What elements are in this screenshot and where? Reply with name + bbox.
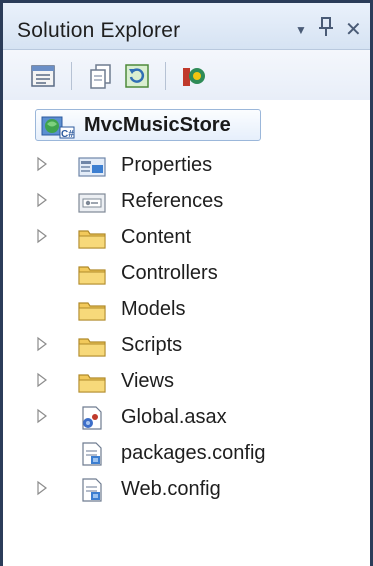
expand-arrow-icon[interactable]	[37, 408, 47, 424]
auto-hide-pin-icon[interactable]	[317, 16, 335, 43]
toolbar	[3, 50, 370, 100]
folder-icon	[77, 297, 107, 323]
tree-item-label: Views	[121, 370, 174, 392]
tree-item[interactable]: Web.config	[3, 473, 363, 507]
folder-icon	[77, 225, 107, 251]
tree-item[interactable]: References	[3, 185, 363, 219]
window-position-dropdown-icon[interactable]: ▼	[295, 23, 307, 37]
title-bar: Solution Explorer ▼ ✕	[3, 3, 370, 50]
properties-icon[interactable]	[29, 62, 57, 90]
tree-item-label: Global.asax	[121, 406, 227, 428]
tree-item-label: Models	[121, 298, 186, 320]
tree-item-label: Content	[121, 226, 192, 248]
tree-item[interactable]: Global.asax	[3, 401, 363, 435]
tree-item-label: packages.config	[121, 442, 266, 464]
folder-icon	[77, 369, 107, 395]
expand-arrow-icon[interactable]	[37, 228, 47, 244]
tree-item[interactable]: Controllers	[3, 257, 363, 291]
solution-explorer-panel: Solution Explorer ▼ ✕ C# MvcMusicStore P…	[0, 0, 373, 566]
folder-icon	[77, 333, 107, 359]
properties-folder-icon	[77, 153, 107, 179]
toolbar-separator	[71, 62, 72, 90]
tree-item-label: Scripts	[121, 334, 183, 356]
solution-tree: C# MvcMusicStore Properties References Con…	[3, 101, 370, 566]
global-asax-file-icon	[77, 405, 107, 431]
tree-item-label: Web.config	[121, 478, 221, 500]
expand-arrow-icon[interactable]	[37, 336, 47, 352]
tree-item[interactable]: Models	[3, 293, 363, 327]
tree-root-node[interactable]: C# MvcMusicStore	[35, 109, 261, 141]
tree-item-label: Properties	[121, 154, 213, 176]
svg-text:C#: C#	[61, 129, 74, 139]
config-file-icon	[77, 441, 107, 467]
folder-icon	[77, 261, 107, 287]
config-file-icon	[77, 477, 107, 503]
expand-arrow-icon[interactable]	[37, 156, 47, 172]
csharp-web-project-icon: C#	[40, 113, 76, 140]
tree-item[interactable]: Views	[3, 365, 363, 399]
toolbar-separator	[165, 62, 166, 90]
refresh-icon[interactable]	[123, 62, 151, 90]
panel-title: Solution Explorer	[17, 19, 181, 42]
tree-item-label: Controllers	[121, 262, 218, 284]
expand-arrow-icon[interactable]	[37, 480, 47, 496]
show-all-files-icon[interactable]	[87, 62, 115, 90]
references-folder-icon	[77, 189, 107, 215]
close-icon[interactable]: ✕	[345, 17, 362, 42]
expand-arrow-icon[interactable]	[37, 192, 47, 208]
tree-item-label: References	[121, 190, 224, 212]
tree-item[interactable]: packages.config	[3, 437, 363, 471]
tree-item[interactable]: Content	[3, 221, 363, 255]
project-name: MvcMusicStore	[84, 114, 231, 136]
tree-item[interactable]: Properties	[3, 149, 363, 183]
class-diagram-icon[interactable]	[179, 62, 207, 90]
expand-arrow-icon[interactable]	[37, 372, 47, 388]
tree-item[interactable]: Scripts	[3, 329, 363, 363]
